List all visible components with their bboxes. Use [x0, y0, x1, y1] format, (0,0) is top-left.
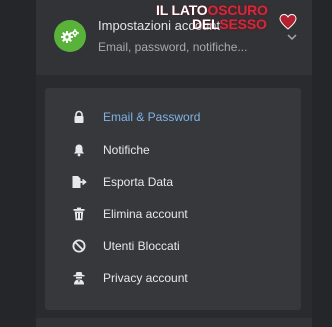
menu-item-label: Esporta Data — [103, 175, 174, 189]
menu-item-export-data[interactable]: Esporta Data — [45, 166, 301, 198]
menu-item-label: Email & Password — [103, 110, 201, 124]
menu-item-delete-account[interactable]: Elimina account — [45, 198, 301, 230]
bell-icon — [71, 142, 87, 158]
menu-item-label: Privacy account — [103, 271, 188, 285]
lock-icon — [71, 109, 87, 125]
menu-item-label: Elimina account — [103, 207, 188, 221]
bottom-bar — [36, 318, 312, 327]
heart-icon — [278, 12, 298, 32]
block-icon — [71, 238, 87, 254]
menu-item-blocked-users[interactable]: Utenti Bloccati — [45, 230, 301, 262]
export-file-icon — [71, 174, 87, 190]
header-subtitle: Email, password, notifiche... — [98, 40, 248, 54]
menu-item-label: Notifiche — [103, 143, 150, 157]
menu-item-notifications[interactable]: Notifiche — [45, 134, 301, 166]
settings-menu: Email & Password Notifiche Esporta Data — [45, 88, 301, 310]
user-secret-icon — [71, 270, 87, 286]
menu-item-privacy[interactable]: Privacy account — [45, 262, 301, 294]
trash-icon — [71, 206, 87, 222]
gears-icon — [54, 20, 86, 52]
menu-item-email-password[interactable]: Email & Password — [45, 101, 301, 133]
menu-item-label: Utenti Bloccati — [103, 239, 180, 253]
settings-screen: Impostazioni account Email, password, no… — [0, 0, 332, 327]
watermark-line-2: DELSESSO — [192, 16, 267, 32]
watermark-logo: IL LATOOSCURO DELSESSO — [156, 2, 302, 34]
left-gutter — [0, 0, 36, 327]
right-gutter — [312, 0, 332, 327]
